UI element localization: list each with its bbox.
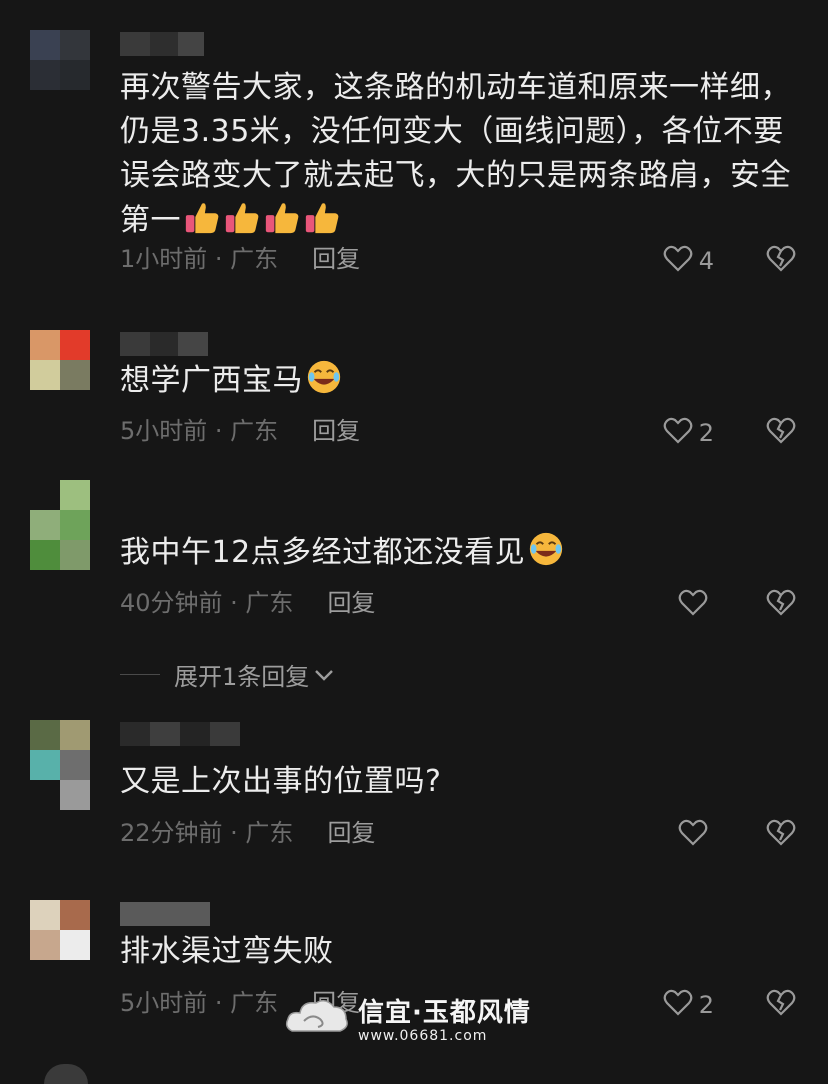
comment-time-location: 22分钟前 · 广东 <box>120 819 294 847</box>
avatar[interactable] <box>44 1064 88 1084</box>
comment-text: 又是上次出事的位置吗? <box>120 760 800 804</box>
reply-button[interactable]: 回复 <box>327 818 375 848</box>
comment-time-location: 5小时前 · 广东 <box>120 417 279 445</box>
watermark-url: www.06681.com <box>358 1028 488 1044</box>
like-button[interactable]: 2 <box>663 416 714 450</box>
comment-text-content: 想学广西宝马 <box>120 363 303 398</box>
username[interactable] <box>120 902 210 926</box>
comment-meta: 22分钟前 · 广东 回复 <box>120 818 375 848</box>
expand-replies-button[interactable]: 展开1条回复 <box>120 657 335 692</box>
reply-button[interactable]: 回复 <box>327 588 375 618</box>
comment-meta: 5小时前 · 广东 回复 <box>120 416 360 446</box>
broken-heart-icon <box>766 245 796 276</box>
heart-icon <box>663 416 693 450</box>
divider <box>120 674 160 675</box>
like-button[interactable]: 4 <box>663 244 714 278</box>
watermark: 信宜·玉都风情 www.06681.com <box>282 990 552 1052</box>
broken-heart-icon <box>766 989 796 1020</box>
chevron-down-icon <box>313 661 335 689</box>
laughing-emoji-icon <box>303 360 343 398</box>
comment-text: 排水渠过弯失败 <box>120 930 800 974</box>
like-count: 2 <box>698 991 714 1019</box>
comment-text-content: 又是上次出事的位置吗? <box>120 764 442 799</box>
reply-button[interactable]: 回复 <box>312 244 360 274</box>
broken-heart-icon <box>766 417 796 448</box>
dislike-button[interactable] <box>766 588 796 620</box>
comment-text-content: 排水渠过弯失败 <box>120 934 334 969</box>
avatar[interactable] <box>30 720 90 810</box>
broken-heart-icon <box>766 819 796 850</box>
comment-text: 再次警告大家，这条路的机动车道和原来一样细，仍是3.35米，没任何变大（画线问题… <box>120 66 800 243</box>
comment-text-content: 我中午12点多经过都还没看见 <box>120 535 526 570</box>
username[interactable] <box>120 32 204 56</box>
comment-time-location: 40分钟前 · 广东 <box>120 589 294 617</box>
comment-time-location: 5小时前 · 广东 <box>120 989 279 1017</box>
heart-icon <box>678 588 708 622</box>
comment-meta: 1小时前 · 广东 回复 <box>120 244 360 274</box>
dislike-button[interactable] <box>766 416 796 448</box>
avatar[interactable] <box>30 330 90 390</box>
broken-heart-icon <box>766 589 796 620</box>
avatar[interactable] <box>30 30 90 90</box>
comment-text: 想学广西宝马 <box>120 358 800 403</box>
heart-icon <box>663 988 693 1022</box>
comment-meta: 40分钟前 · 广东 回复 <box>120 588 375 618</box>
comment-text: 我中午12点多经过都还没看见 <box>120 530 800 575</box>
expand-replies-label: 展开1条回复 <box>174 663 310 691</box>
like-button[interactable]: 2 <box>663 988 714 1022</box>
cloud-logo-icon <box>282 991 352 1051</box>
like-count: 2 <box>698 419 714 447</box>
dislike-button[interactable] <box>766 244 796 276</box>
thumbs-up-icon <box>221 203 261 238</box>
avatar[interactable] <box>30 480 90 570</box>
like-button[interactable] <box>678 588 714 622</box>
like-count: 4 <box>698 247 714 275</box>
username[interactable] <box>120 722 240 746</box>
thumbs-up-icon <box>181 203 221 238</box>
username[interactable] <box>120 332 208 356</box>
dislike-button[interactable] <box>766 988 796 1020</box>
thumbs-up-icon <box>301 203 341 238</box>
reply-button[interactable]: 回复 <box>312 416 360 446</box>
laughing-emoji-icon <box>525 532 565 570</box>
like-button[interactable] <box>678 818 714 852</box>
heart-icon <box>678 818 708 852</box>
watermark-title: 信宜·玉都风情 <box>358 998 531 1028</box>
heart-icon <box>663 244 693 278</box>
avatar[interactable] <box>30 900 90 960</box>
comment-time-location: 1小时前 · 广东 <box>120 245 279 273</box>
thumbs-up-icon <box>261 203 301 238</box>
dislike-button[interactable] <box>766 818 796 850</box>
